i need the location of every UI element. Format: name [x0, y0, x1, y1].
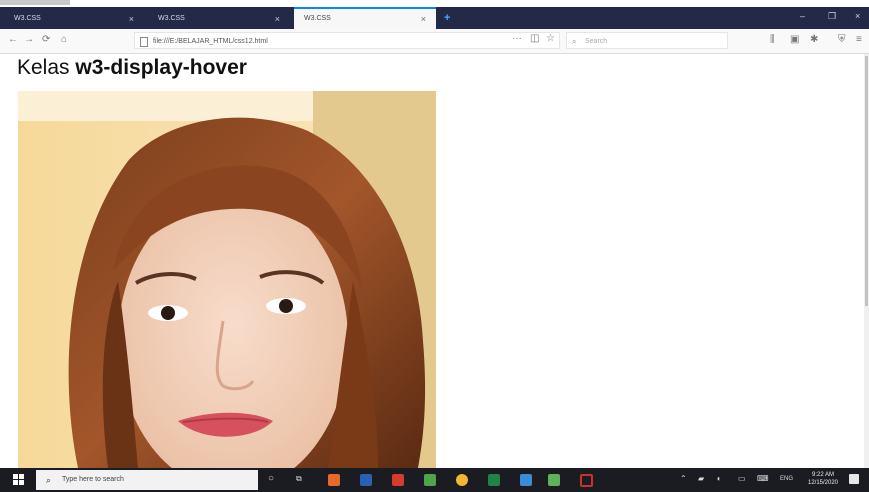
url-text: file:///E:/BELAJAR_HTML/css12.html	[153, 38, 268, 45]
bookmark-star-icon[interactable]: ☆	[546, 33, 555, 44]
portrait-image	[18, 91, 436, 468]
firefox-icon[interactable]	[328, 474, 340, 486]
window-top-strip	[0, 0, 869, 7]
navigation-bar: ← → ⟳ ⌂ file:///E:/BELAJAR_HTML/css12.ht…	[0, 29, 869, 54]
tray-chevron-icon[interactable]: ⌃	[680, 474, 687, 483]
page-scrollbar[interactable]	[864, 54, 869, 468]
forward-icon[interactable]: →	[24, 34, 34, 45]
network-icon[interactable]: ▰	[698, 474, 704, 483]
notes-icon[interactable]	[548, 474, 560, 486]
menu-icon[interactable]: ≡	[856, 34, 862, 45]
windows-start-icon[interactable]	[13, 474, 25, 486]
page-icon	[140, 37, 148, 47]
notification-icon[interactable]	[849, 474, 859, 484]
back-icon[interactable]: ←	[8, 34, 18, 45]
tab-bar: W3.CSS × W3.CSS × W3.CSS × + – ❐ ×	[0, 7, 869, 29]
word-icon[interactable]	[360, 474, 372, 486]
chrome-icon[interactable]	[456, 474, 468, 486]
search-icon: ⌕	[572, 37, 577, 46]
url-bar[interactable]: file:///E:/BELAJAR_HTML/css12.html	[134, 32, 560, 49]
excel-icon[interactable]	[488, 474, 500, 486]
reload-icon[interactable]: ⟳	[42, 34, 50, 45]
new-tab-icon[interactable]: +	[444, 12, 450, 24]
close-icon[interactable]: ×	[275, 9, 280, 29]
volume-icon[interactable]: ◖	[716, 474, 721, 483]
clock-time: 9:22 AM	[811, 472, 834, 478]
scrollbar-thumb[interactable]	[865, 56, 868, 306]
tab-2-label: W3.CSS	[158, 15, 185, 22]
foxit-icon[interactable]	[392, 474, 404, 486]
snip-icon[interactable]	[580, 474, 593, 487]
extension-icon[interactable]: ✱	[810, 34, 818, 45]
window-close-icon[interactable]: ×	[855, 11, 860, 21]
pocket-icon[interactable]: ◫	[530, 33, 539, 44]
taskbar: ⌕ Type here to search ○ ⧉ ⌃ ▰ ◖ ▭ ⌨ ENG …	[0, 468, 869, 492]
tab-2[interactable]: W3.CSS ×	[148, 9, 290, 29]
taskbar-search-placeholder: Type here to search	[62, 476, 124, 483]
heading-prefix: Kelas	[17, 56, 70, 79]
sidebar-icon[interactable]: ▣	[790, 34, 799, 45]
language-indicator[interactable]: ENG	[780, 476, 793, 482]
keyboard-icon[interactable]: ⌨	[757, 474, 769, 483]
library-icon[interactable]: ⫼	[770, 34, 775, 45]
page-actions-icon[interactable]: ···	[512, 33, 522, 44]
minimize-icon[interactable]: –	[800, 11, 805, 21]
taskbar-search-input[interactable]: ⌕ Type here to search	[36, 470, 258, 490]
shield-icon[interactable]: ⛨	[838, 34, 846, 45]
maximize-icon[interactable]: ❐	[828, 11, 836, 22]
task-view-icon[interactable]: ⧉	[296, 474, 302, 484]
heading-class-name: w3-display-hover	[75, 56, 247, 79]
search-input[interactable]: ⌕ Search	[566, 32, 728, 49]
close-icon[interactable]: ×	[129, 9, 134, 29]
clock[interactable]: 9:22 AM 12/15/2020	[803, 471, 843, 487]
paint-icon[interactable]	[520, 474, 532, 486]
tab-1[interactable]: W3.CSS ×	[4, 9, 144, 29]
close-icon[interactable]: ×	[421, 9, 426, 29]
page-title: Kelas w3-display-hover	[17, 56, 247, 80]
window-thumbnail	[0, 0, 70, 5]
notepad-icon[interactable]	[424, 474, 436, 486]
search-icon: ⌕	[46, 475, 52, 485]
portrait-photo	[18, 91, 436, 468]
battery-icon[interactable]: ▭	[738, 474, 746, 483]
cortana-icon[interactable]: ○	[268, 473, 274, 484]
tab-1-label: W3.CSS	[14, 15, 41, 22]
clock-date: 12/15/2020	[807, 480, 839, 486]
tab-3-label: W3.CSS	[304, 15, 331, 22]
tab-3-active[interactable]: W3.CSS ×	[294, 7, 436, 29]
home-icon[interactable]: ⌂	[61, 34, 67, 45]
search-placeholder: Search	[585, 38, 608, 45]
